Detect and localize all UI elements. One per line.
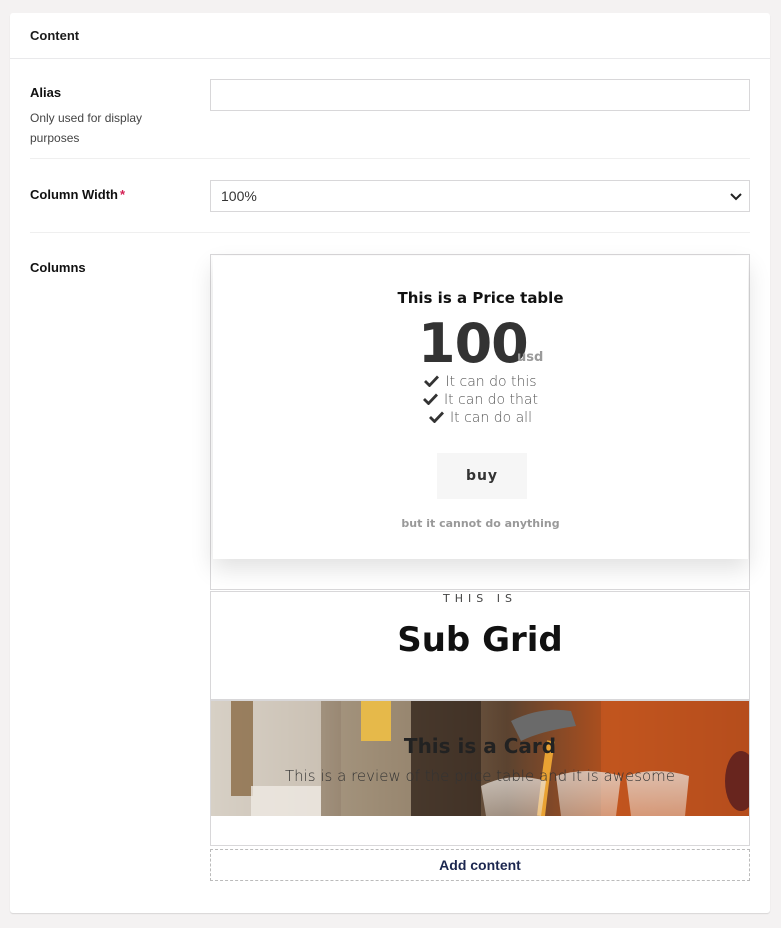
sub-grid-title: Sub Grid <box>397 620 563 660</box>
feature-item: It can do this <box>213 374 748 390</box>
card-block[interactable]: This is a Card This is a review of the p… <box>210 700 750 846</box>
chevron-down-icon <box>730 193 742 201</box>
alias-label: Alias <box>30 85 62 100</box>
alias-description: Only used for display purposes <box>30 111 143 145</box>
required-marker: * <box>119 187 126 202</box>
feature-text: It can do this <box>445 374 537 390</box>
price-table-block[interactable]: This is a Price table 100 usd It can do … <box>210 254 750 590</box>
feature-item: It can do all <box>213 410 748 426</box>
content-panel: Content Alias Only used for display purp… <box>10 13 770 913</box>
price-footnote: but it cannot do anything <box>401 517 560 530</box>
check-icon <box>422 393 438 405</box>
column-width-label-text: Column Width <box>30 187 118 202</box>
feature-text: It can do all <box>450 410 532 426</box>
column-width-value: 100% <box>221 188 257 204</box>
panel-title: Content <box>10 13 770 59</box>
card-text: This is a review of the price table and … <box>284 767 676 785</box>
alias-input[interactable] <box>210 79 750 111</box>
wine-glasses-photo <box>211 701 749 816</box>
column-width-row: Column Width * 100% <box>30 180 750 233</box>
card-background-image <box>211 701 749 816</box>
columns-label: Columns <box>30 260 86 275</box>
card-title: This is a Card <box>403 734 557 758</box>
check-icon <box>424 375 440 387</box>
feature-text: It can do that <box>443 392 538 408</box>
add-content-button[interactable]: Add content <box>210 849 750 881</box>
check-icon <box>429 411 445 423</box>
sub-grid-eyebrow: THIS IS <box>443 592 517 605</box>
price-table-title: This is a Price table <box>397 289 564 307</box>
price-unit: usd <box>517 350 544 365</box>
column-width-label: Column Width * <box>30 187 125 202</box>
columns-row: Columns This is a Price table 100 usd It… <box>30 254 750 894</box>
alias-row: Alias Only used for display purposes <box>30 79 750 159</box>
column-width-select[interactable]: 100% <box>210 180 750 212</box>
price-amount: 100 <box>418 312 529 375</box>
sub-grid-block[interactable]: THIS IS Sub Grid <box>210 591 750 700</box>
buy-button[interactable]: buy <box>437 453 527 499</box>
feature-item: It can do that <box>213 392 748 408</box>
price-table-card: This is a Price table 100 usd It can do … <box>213 256 748 559</box>
